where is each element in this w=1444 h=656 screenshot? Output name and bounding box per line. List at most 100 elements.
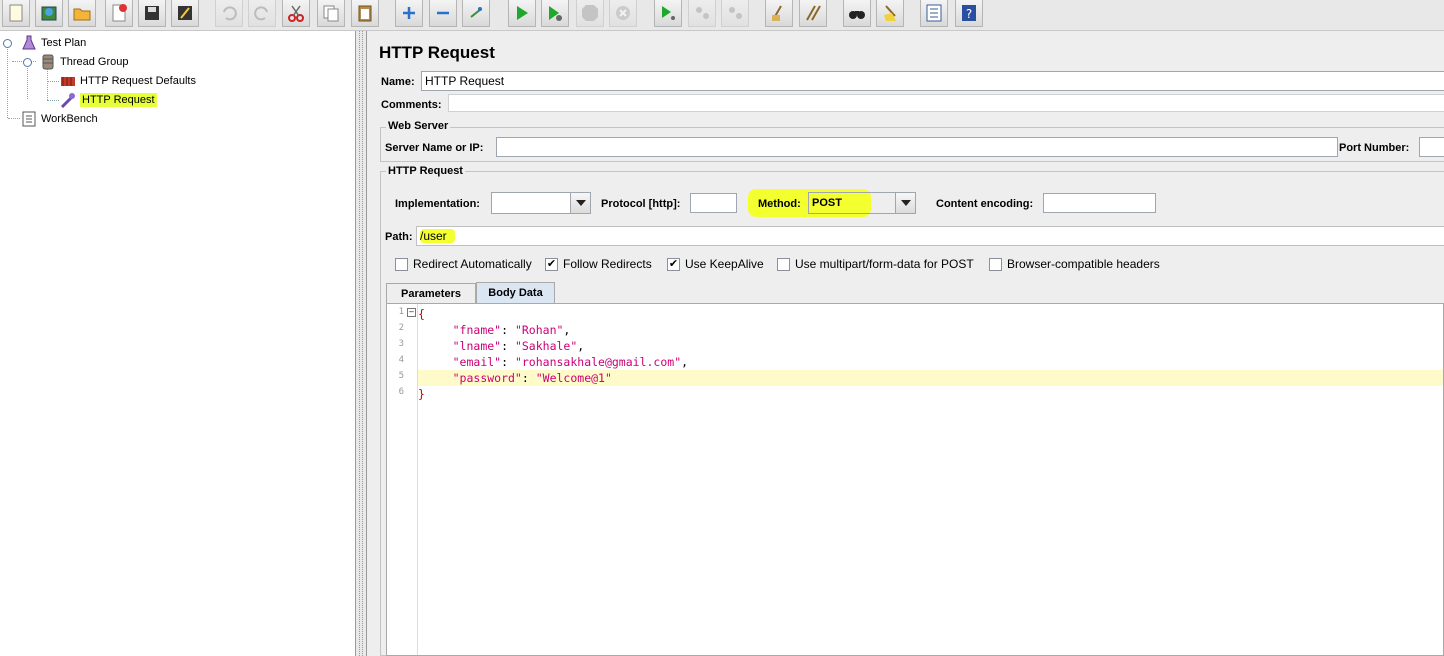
port-number-label: Port Number: (1339, 142, 1410, 154)
tree-label: WorkBench (41, 113, 98, 125)
method-select[interactable]: POST (808, 192, 916, 214)
paste-icon[interactable] (351, 0, 379, 27)
json-comma: , (577, 339, 585, 353)
tree-node-http-request[interactable]: HTTP Request (60, 91, 157, 109)
port-number-field[interactable] (1419, 137, 1444, 157)
toggle-icon[interactable] (462, 0, 490, 27)
line-number: 5 (398, 371, 404, 381)
checkbox-box (989, 257, 1002, 271)
check-icon: ✔ (667, 257, 680, 271)
json-value: "Sakhale" (514, 339, 578, 353)
checkbox-label: Browser-compatible headers (1007, 257, 1160, 271)
tree-label-selected: HTTP Request (80, 93, 157, 107)
method-value: POST (812, 197, 842, 209)
cut-icon[interactable] (282, 0, 310, 27)
tree-label: Thread Group (60, 56, 129, 68)
templates-icon[interactable] (35, 0, 63, 27)
name-field[interactable]: HTTP Request (421, 71, 1444, 91)
line-number: 1 (398, 307, 404, 317)
tree-node-thread-group[interactable]: Thread Group (40, 53, 128, 71)
checkbox-label: Use multipart/form-data for POST (795, 257, 974, 271)
server-name-field[interactable] (496, 137, 1338, 157)
redirect-automatically-checkbox[interactable]: Redirect Automatically (395, 257, 532, 271)
fold-icon[interactable]: − (407, 308, 416, 317)
function-helper-icon[interactable] (920, 0, 948, 27)
reset-search-icon[interactable] (876, 0, 904, 27)
comments-field[interactable] (448, 94, 1444, 112)
web-server-title: Web Server (386, 120, 451, 132)
tab-parameters[interactable]: Parameters (386, 283, 476, 303)
undo-icon[interactable] (215, 0, 243, 27)
test-plan-tree: Test Plan Thread Group HTTP Request Defa… (0, 31, 355, 656)
config-element-icon (60, 73, 76, 89)
collapse-icon[interactable] (429, 0, 457, 27)
code-line: } (418, 386, 1443, 402)
remote-stop-all-icon[interactable] (688, 0, 716, 27)
save-icon[interactable] (138, 0, 166, 27)
code-line: "fname": "Rohan", (452, 323, 571, 337)
http-request-editor: HTTP Request Name: HTTP Request Comments… (368, 31, 1444, 656)
clear-all-icon[interactable] (799, 0, 827, 27)
new-icon[interactable] (2, 0, 30, 27)
checkbox-box (395, 257, 408, 271)
check-icon: ✔ (545, 257, 558, 271)
checkbox-label: Redirect Automatically (413, 257, 532, 271)
tree-label: Test Plan (41, 37, 87, 49)
expand-handle[interactable] (3, 39, 12, 48)
remote-start-all-icon[interactable] (654, 0, 682, 27)
toolbar: ? (0, 0, 1444, 31)
expand-icon[interactable] (395, 0, 423, 27)
expand-handle[interactable] (23, 58, 32, 67)
close-brace: } (418, 387, 425, 401)
redo-icon[interactable] (248, 0, 276, 27)
remote-exit-all-icon[interactable] (721, 0, 749, 27)
http-request-group-title: HTTP Request (386, 165, 465, 177)
close-icon[interactable] (105, 0, 133, 27)
checkbox-box (777, 257, 790, 271)
start-icon[interactable] (508, 0, 536, 27)
checkbox-label: Use KeepAlive (685, 257, 764, 271)
json-key: "lname" (452, 339, 502, 353)
tree-node-workbench[interactable]: WorkBench (21, 110, 98, 128)
protocol-label: Protocol [http]: (601, 198, 681, 210)
pipette-icon (60, 92, 76, 109)
tree-node-test-plan[interactable]: Test Plan (21, 34, 86, 52)
line-number: 4 (398, 355, 404, 365)
path-value: /user (420, 229, 455, 243)
server-name-label: Server Name or IP: (385, 142, 484, 154)
path-field[interactable]: /user (416, 226, 1444, 246)
tree-node-http-request-defaults[interactable]: HTTP Request Defaults (60, 72, 196, 90)
protocol-field[interactable] (690, 193, 737, 213)
svg-text:?: ? (966, 7, 972, 21)
page-title: HTTP Request (379, 43, 495, 62)
json-key: "fname" (452, 323, 502, 337)
content-encoding-label: Content encoding: (936, 198, 1034, 210)
split-pane-divider[interactable] (355, 31, 367, 656)
content-encoding-field[interactable] (1043, 193, 1156, 213)
json-comma: , (563, 323, 571, 337)
clear-icon[interactable] (765, 0, 793, 27)
follow-redirects-checkbox[interactable]: ✔ Follow Redirects (545, 257, 652, 271)
body-data-editor[interactable]: 1 2 3 4 5 6 − { "fname": "Rohan", "lname… (386, 303, 1444, 656)
browser-compatible-checkbox[interactable]: Browser-compatible headers (989, 257, 1160, 271)
shutdown-icon[interactable] (609, 0, 637, 27)
json-key: "email" (452, 355, 502, 369)
save-as-icon[interactable] (171, 0, 199, 27)
multipart-checkbox[interactable]: Use multipart/form-data for POST (777, 257, 974, 271)
json-value: "Rohan" (514, 323, 564, 337)
method-label: Method: (758, 198, 801, 210)
code-line: { (418, 306, 1443, 322)
tab-body-data[interactable]: Body Data (476, 282, 555, 303)
use-keepalive-checkbox[interactable]: ✔ Use KeepAlive (667, 257, 764, 271)
open-icon[interactable] (68, 0, 96, 27)
start-no-pauses-icon[interactable] (541, 0, 569, 27)
json-value: "rohansakhale@gmail.com" (514, 355, 682, 369)
flask-icon (21, 35, 37, 51)
comments-label: Comments: (381, 99, 442, 111)
spool-icon (40, 54, 56, 70)
copy-icon[interactable] (317, 0, 345, 27)
help-icon[interactable]: ? (955, 0, 983, 27)
implementation-select[interactable] (491, 192, 591, 214)
search-icon[interactable] (843, 0, 871, 27)
stop-icon[interactable] (576, 0, 604, 27)
